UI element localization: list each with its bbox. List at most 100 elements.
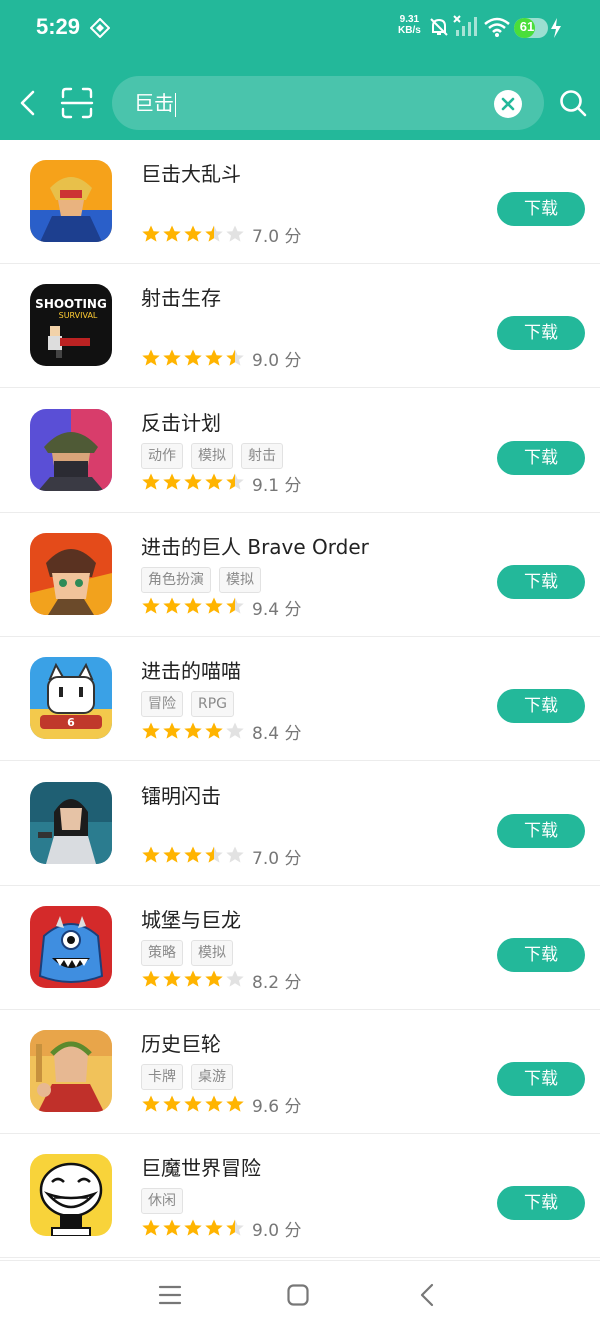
blue-monster-icon[interactable] [30, 905, 112, 988]
star-rating [141, 1093, 246, 1113]
category-tag: 休闲 [141, 1188, 183, 1215]
category-tag: 动作 [141, 442, 183, 469]
app-tags: 策略 模拟 [141, 939, 241, 966]
download-button[interactable]: 下载 [497, 689, 585, 724]
download-button[interactable]: 下载 [497, 564, 585, 599]
star-full-icon [142, 597, 160, 614]
star-empty-icon [226, 225, 244, 242]
clear-search-button[interactable] [494, 90, 522, 118]
download-button[interactable]: 下载 [497, 192, 585, 226]
star-full-icon [163, 1219, 181, 1236]
svg-text:SHOOTING: SHOOTING [35, 297, 107, 311]
app-list-item[interactable]: 城堡与巨龙策略 模拟 8.2 分 下载 [0, 886, 600, 1010]
app-title[interactable]: 反击计划 [141, 407, 221, 436]
star-full-icon [163, 597, 181, 614]
anime-boy-icon[interactable] [30, 532, 112, 615]
app-title[interactable]: 历史巨轮 [141, 1028, 221, 1057]
app-list-item[interactable]: SHOOTING SURVIVAL 射击生存 9.0 分 下载 [0, 264, 600, 389]
category-tag: 模拟 [191, 442, 233, 469]
app-title[interactable]: 巨击大乱斗 [141, 158, 241, 187]
wifi-icon [484, 17, 510, 37]
shooting-survival-icon[interactable]: SHOOTING SURVIVAL [30, 284, 112, 367]
caesar-icon[interactable] [30, 1030, 112, 1113]
star-rating [141, 347, 246, 367]
troll-face-icon[interactable] [30, 1154, 112, 1237]
app-list-item[interactable]: 进击的巨人 Brave Order 角色扮演 模拟 9.4 分 下载 [0, 513, 600, 637]
star-full-icon [226, 1095, 244, 1112]
app-title[interactable]: 镭明闪击 [141, 780, 221, 809]
rating-score: 7.0 分 [252, 227, 302, 247]
rating-score: 9.0 分 [252, 1221, 302, 1242]
search-button[interactable] [558, 88, 588, 118]
text-caret [175, 92, 176, 117]
app-title[interactable]: 进击的喵喵 [141, 655, 241, 684]
status-time: 5:29 [36, 14, 81, 39]
app-title[interactable]: 进击的巨人 Brave Order [141, 531, 369, 560]
white-cat-icon[interactable]: 6 [30, 657, 112, 740]
charging-bolt-icon [551, 18, 561, 38]
rating-score: 7.0 分 [252, 848, 302, 869]
search-input[interactable]: 巨击 [134, 88, 474, 118]
rating-score: 8.2 分 [252, 972, 302, 993]
star-full-icon [205, 722, 223, 739]
app-title[interactable]: 城堡与巨龙 [141, 904, 241, 933]
battery-indicator: 61 [514, 18, 548, 38]
svg-text:6: 6 [67, 716, 75, 729]
app-list-item[interactable]: 6 进击的喵喵冒险 RPG 8.4 分 下载 [0, 637, 600, 762]
star-full-icon [163, 349, 181, 366]
app-list-item[interactable]: 巨魔世界冒险 休闲 9.0 分 下载 [0, 1134, 600, 1259]
star-full-icon [163, 846, 181, 863]
star-full-icon [184, 597, 202, 614]
star-full-icon [142, 722, 160, 739]
app-title[interactable]: 巨魔世界冒险 [141, 1152, 261, 1181]
star-rating [141, 223, 246, 243]
scan-button[interactable] [60, 86, 94, 120]
star-full-icon [205, 473, 223, 490]
network-speed-unit: KB/s [398, 25, 421, 36]
hero-warrior-icon[interactable] [30, 160, 112, 242]
download-button[interactable]: 下载 [497, 1062, 585, 1097]
star-full-icon [184, 722, 202, 739]
star-full-icon [205, 1095, 223, 1112]
star-full-icon [142, 970, 160, 987]
app-list-item[interactable]: 巨击大乱斗 7.0 分 下载 [0, 140, 600, 264]
app-search-results-page: 5:29 9.31 KB/s 61 巨击 巨击大乱斗 7.0 分 下载 SHOO… [0, 0, 600, 1333]
star-empty-icon [226, 846, 244, 863]
download-button[interactable]: 下载 [497, 937, 585, 972]
app-list-item[interactable]: 镭明闪击 7.0 分 下载 [0, 762, 600, 886]
network-speed-value: 9.31 [399, 14, 420, 25]
star-rating [141, 969, 246, 989]
download-button[interactable]: 下载 [497, 440, 585, 475]
app-title[interactable]: 射击生存 [141, 282, 221, 311]
rating-score: 8.4 分 [252, 724, 302, 745]
star-full-icon [184, 473, 202, 490]
star-full-icon [184, 846, 202, 863]
star-full-icon [142, 846, 160, 863]
system-back-button[interactable] [416, 1283, 440, 1307]
app-list-item[interactable]: 历史巨轮 卡牌 桌游 9.6 分 下载 [0, 1010, 600, 1135]
close-icon [501, 97, 515, 111]
app-list-item[interactable]: 反击计划 动作 模拟 射击 9.1 分 下载 [0, 389, 600, 513]
download-button[interactable]: 下载 [497, 813, 585, 848]
recent-apps-button[interactable] [158, 1283, 182, 1307]
app-tags: 冒险 RPG [141, 691, 242, 718]
search-box[interactable]: 巨击 [112, 76, 544, 130]
female-agent-icon[interactable] [30, 781, 112, 864]
network-speed: 9.31 KB/s [398, 14, 421, 36]
star-full-icon [142, 1095, 160, 1112]
system-navigation-bar [0, 1260, 600, 1333]
home-button[interactable] [286, 1283, 310, 1307]
star-full-icon [163, 722, 181, 739]
header: 5:29 9.31 KB/s 61 巨击 [0, 0, 600, 140]
download-button[interactable]: 下载 [497, 316, 585, 351]
search-query: 巨击 [134, 91, 174, 115]
star-full-icon [184, 1219, 202, 1236]
download-button[interactable]: 下载 [497, 1186, 585, 1221]
star-full-icon [163, 473, 181, 490]
star-half-icon [226, 597, 244, 614]
star-full-icon [163, 225, 181, 242]
back-button[interactable] [14, 88, 42, 118]
star-full-icon [205, 1219, 223, 1236]
star-empty-icon [226, 722, 244, 739]
soldier-helmet-icon[interactable] [30, 408, 112, 491]
